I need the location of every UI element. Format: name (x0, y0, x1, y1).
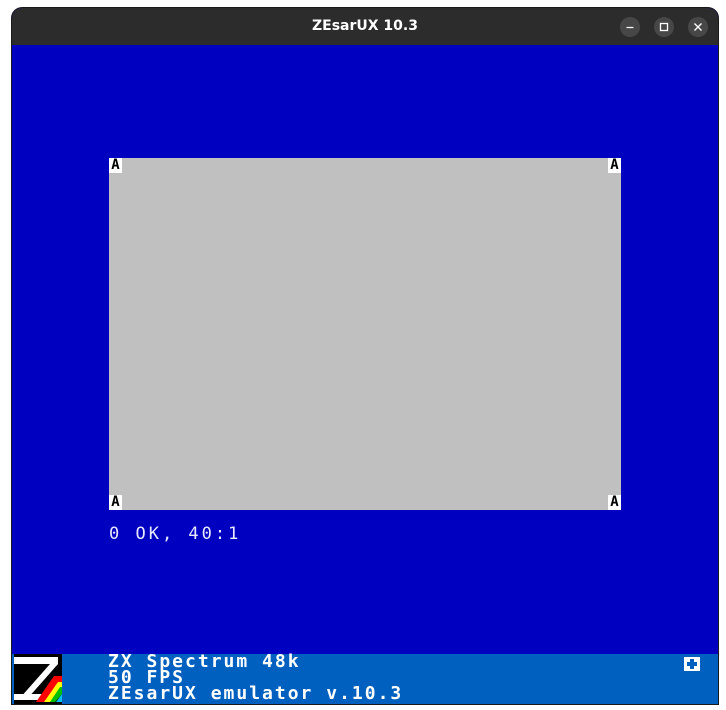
zesarux-logo-icon (14, 654, 62, 704)
close-icon (694, 23, 702, 31)
emulator-footer: ZX Spectrum 48k 50 FPS ZEsarUX emulator … (12, 653, 718, 704)
corner-char-bottom-right: A (608, 495, 621, 510)
minimize-icon (626, 26, 634, 29)
minimize-button[interactable] (620, 17, 640, 37)
corner-char-bottom-left: A (109, 495, 122, 510)
emulator-window: ZEsarUX 10.3 A A A A 0 OK, 40:1 ZX Spect… (12, 8, 718, 704)
titlebar[interactable]: ZEsarUX 10.3 (12, 8, 718, 45)
spectrum-screen[interactable]: A A A A (109, 158, 621, 510)
footer-version: ZEsarUX emulator v.10.3 (108, 683, 404, 704)
close-button[interactable] (688, 17, 708, 37)
maximize-button[interactable] (654, 17, 674, 37)
corner-char-top-right: A (608, 158, 621, 173)
window-title: ZEsarUX 10.3 (312, 18, 418, 34)
maximize-icon (659, 22, 669, 32)
corner-char-top-left: A (109, 158, 122, 173)
basic-status-message: 0 OK, 40:1 (109, 524, 242, 544)
plus-square-icon[interactable] (684, 657, 700, 671)
